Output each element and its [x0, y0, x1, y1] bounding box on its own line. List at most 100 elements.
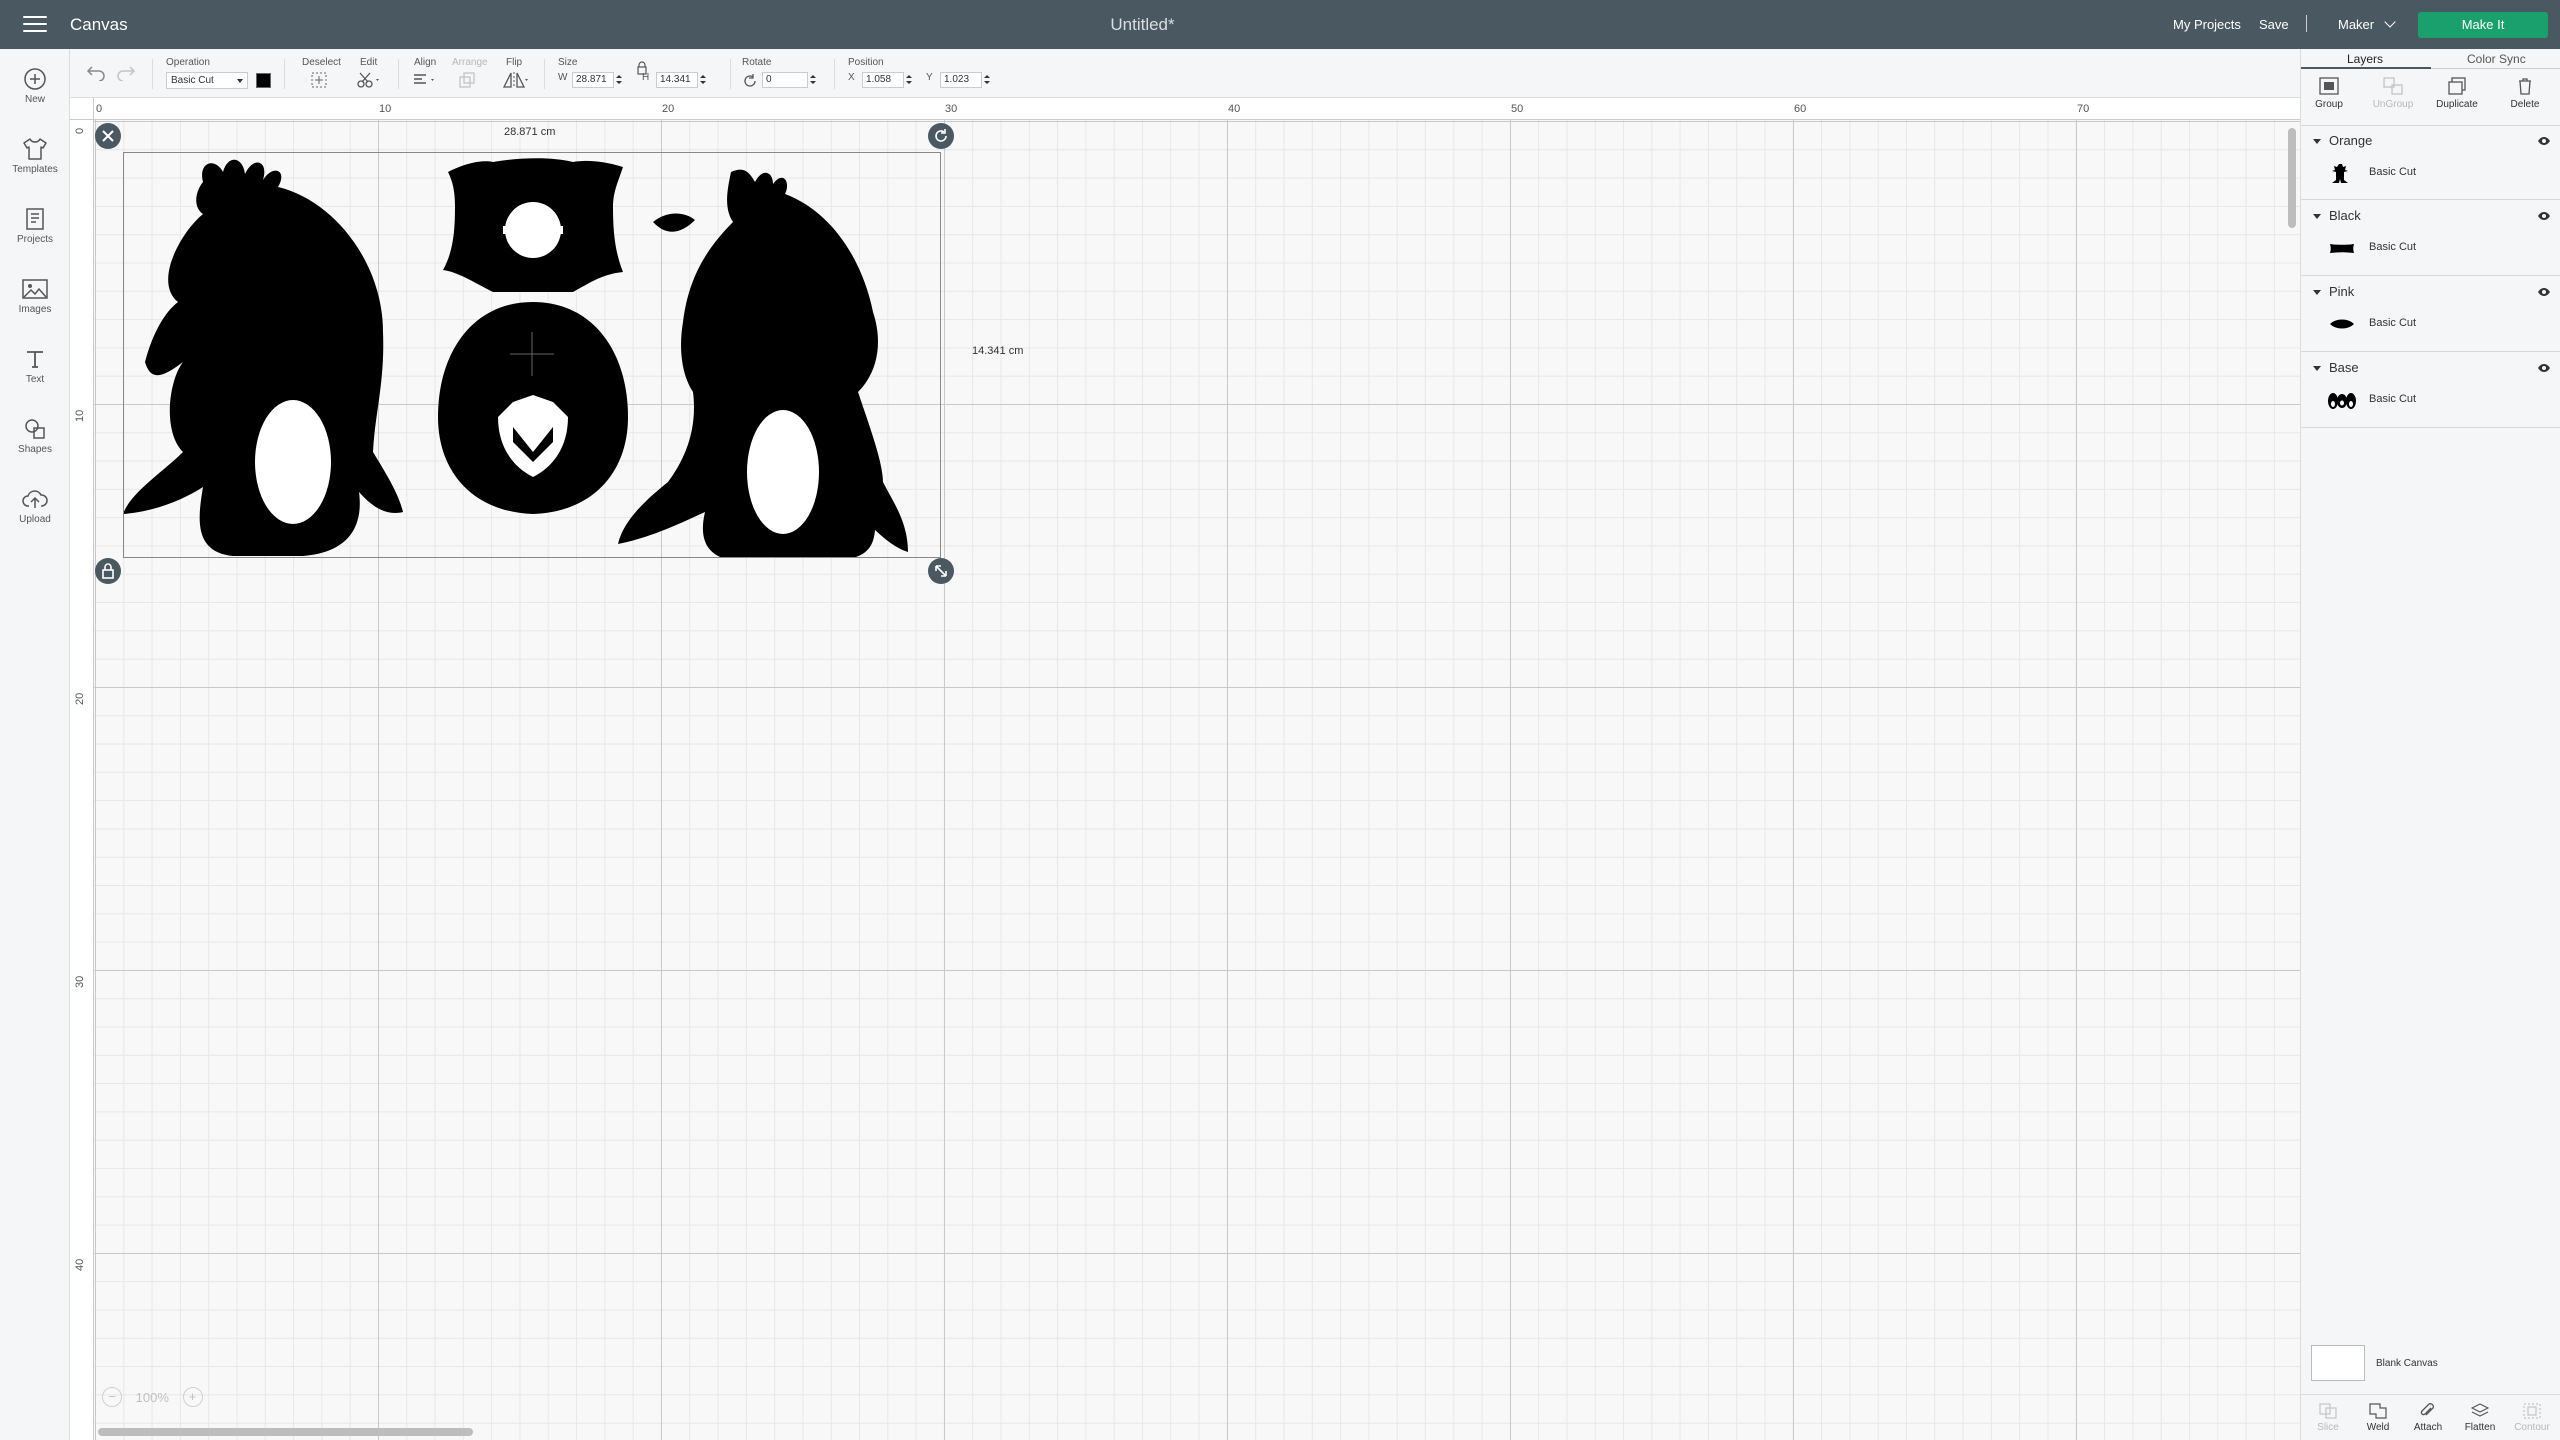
- weld-button[interactable]: Weld: [2355, 1403, 2401, 1433]
- new-tool[interactable]: New: [0, 67, 70, 105]
- ruler-tick: 30: [74, 975, 86, 988]
- layer-group-header[interactable]: Orange: [2313, 133, 2372, 148]
- deselect-label: Deselect: [302, 57, 341, 68]
- layer-group-header[interactable]: Black: [2313, 208, 2361, 223]
- redo-icon[interactable]: [116, 63, 138, 81]
- rotate-stepper[interactable]: [809, 72, 817, 88]
- align-icon[interactable]: [412, 71, 438, 89]
- x-stepper[interactable]: [905, 72, 913, 88]
- shapes-icon: [25, 419, 45, 439]
- templates-tool[interactable]: Templates: [0, 137, 70, 175]
- image-icon: [22, 279, 48, 299]
- layer-group-name: Pink: [2329, 284, 2355, 299]
- blank-canvas-item[interactable]: Blank Canvas: [2311, 1345, 2560, 1385]
- delete-handle[interactable]: [95, 123, 121, 149]
- ruler-tick: 10: [379, 103, 392, 115]
- layer-item[interactable]: Basic Cut: [2327, 309, 2560, 339]
- x-field[interactable]: X 1.058: [848, 72, 913, 88]
- operation-select[interactable]: Basic Cut: [166, 72, 248, 89]
- arrange-label: Arrange: [452, 57, 488, 68]
- blank-canvas-thumb: [2311, 1345, 2365, 1381]
- rotate-icon: [935, 129, 947, 142]
- rotate-input[interactable]: 0: [762, 72, 808, 88]
- rotate-field[interactable]: 0: [762, 72, 817, 88]
- rotate-handle[interactable]: [928, 123, 954, 149]
- position-label: Position: [848, 57, 884, 68]
- layer-item[interactable]: Basic Cut: [2327, 158, 2560, 188]
- height-stepper[interactable]: [699, 72, 707, 88]
- flip-icon[interactable]: [502, 71, 530, 89]
- ruler-tick: 20: [74, 692, 86, 705]
- upload-tool[interactable]: Upload: [0, 487, 70, 525]
- shapes-tool-label: Shapes: [18, 444, 52, 455]
- trash-icon: [2519, 78, 2531, 95]
- shapes-tool[interactable]: Shapes: [0, 417, 70, 455]
- dropdown-arrow-icon: [237, 79, 243, 83]
- layer-item[interactable]: Basic Cut: [2327, 233, 2560, 263]
- contour-label: Contour: [2514, 1422, 2550, 1433]
- width-input[interactable]: 28.871: [572, 72, 614, 88]
- zoom-out-button[interactable]: −: [102, 1387, 122, 1407]
- selection-box[interactable]: [123, 152, 941, 558]
- arrange-icon: [459, 72, 475, 88]
- save-button[interactable]: Save: [2259, 17, 2289, 32]
- height-field[interactable]: H 14.341: [642, 72, 707, 88]
- eye-icon[interactable]: [2537, 136, 2551, 146]
- attach-label: Attach: [2413, 1422, 2443, 1433]
- tab-layers[interactable]: Layers: [2347, 52, 2383, 66]
- eye-icon[interactable]: [2537, 287, 2551, 297]
- layer-group-name: Orange: [2329, 133, 2373, 148]
- design-canvas[interactable]: 0 10 20 30 40 50 60 70 0 10 20 30 40 28.…: [70, 98, 2300, 1440]
- tshirt-icon: [23, 138, 47, 160]
- height-input[interactable]: 14.341: [656, 72, 698, 88]
- layers-panel: Layers Color Sync Group UnGroup Duplicat…: [2300, 49, 2560, 1440]
- layer-item-name: Basic Cut: [2369, 241, 2417, 253]
- ruler-left: 0 10 20 30 40: [70, 120, 94, 1440]
- y-field[interactable]: Y 1.023: [926, 72, 991, 88]
- lock-handle[interactable]: [95, 558, 121, 584]
- duplicate-button[interactable]: Duplicate: [2429, 77, 2485, 110]
- lock-icon: [102, 563, 114, 579]
- layer-item-name: Basic Cut: [2369, 393, 2417, 405]
- width-stepper[interactable]: [615, 72, 623, 88]
- vertical-scrollbar[interactable]: [2288, 128, 2296, 228]
- tab-color-sync[interactable]: Color Sync: [2467, 52, 2526, 66]
- eye-icon[interactable]: [2537, 211, 2551, 221]
- my-projects-link[interactable]: My Projects: [2173, 17, 2241, 32]
- zoom-in-button[interactable]: +: [182, 1387, 203, 1407]
- attach-button[interactable]: Attach: [2405, 1403, 2451, 1433]
- layer-item[interactable]: Basic Cut: [2327, 385, 2560, 415]
- contour-button: Contour: [2509, 1403, 2555, 1433]
- resize-arrows-icon: [935, 565, 947, 577]
- resize-handle[interactable]: [928, 558, 954, 584]
- machine-selector[interactable]: Maker: [2338, 16, 2396, 32]
- horizontal-scrollbar[interactable]: [98, 1428, 473, 1436]
- scissors-icon[interactable]: [356, 71, 382, 89]
- ruler-tick: 0: [96, 103, 103, 115]
- x-prefix: X: [848, 72, 855, 83]
- deselect-icon[interactable]: [310, 71, 328, 89]
- group-button[interactable]: Group: [2301, 77, 2357, 110]
- y-input[interactable]: 1.023: [940, 72, 982, 88]
- images-tool[interactable]: Images: [0, 277, 70, 315]
- ruler-corner: [70, 98, 94, 120]
- text-tool[interactable]: Text: [0, 347, 70, 385]
- width-field[interactable]: W 28.871: [558, 72, 623, 88]
- make-it-button[interactable]: Make It: [2418, 12, 2548, 38]
- layer-group-header[interactable]: Pink: [2313, 284, 2354, 299]
- toolbar-separator: [152, 59, 153, 89]
- operation-value: Basic Cut: [171, 75, 214, 86]
- projects-tool[interactable]: Projects: [0, 207, 70, 245]
- group-label: Group: [2315, 99, 2343, 110]
- eye-icon[interactable]: [2537, 363, 2551, 373]
- images-tool-label: Images: [18, 304, 52, 315]
- y-stepper[interactable]: [983, 72, 991, 88]
- layer-group-header[interactable]: Base: [2313, 360, 2359, 375]
- x-input[interactable]: 1.058: [862, 72, 904, 88]
- delete-button[interactable]: Delete: [2497, 77, 2553, 110]
- zoom-control: − 100% +: [102, 1387, 203, 1407]
- flatten-button[interactable]: Flatten: [2457, 1403, 2503, 1433]
- undo-icon[interactable]: [84, 63, 106, 81]
- operation-color-swatch[interactable]: [256, 73, 271, 88]
- document-title[interactable]: Untitled*: [0, 15, 2285, 35]
